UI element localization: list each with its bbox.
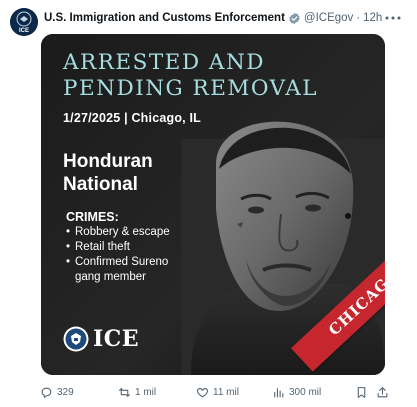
views-count: 300 mil (289, 386, 322, 398)
views-button[interactable]: 300 mil (272, 384, 321, 400)
crime-item: Robbery & escape (66, 225, 170, 240)
more-options-icon[interactable] (385, 10, 401, 24)
share-button[interactable] (376, 384, 389, 400)
verified-badge-icon[interactable] (288, 12, 301, 25)
repost-count: 1 mil (135, 386, 157, 398)
reply-icon (41, 387, 52, 398)
tweet[interactable]: ICE U.S. Immigration and Customs Enforce… (0, 0, 417, 407)
crime-item: Retail theft (66, 240, 170, 255)
like-button[interactable]: 11 mil (196, 384, 239, 400)
agency-name: ICE (93, 326, 140, 352)
headline-line-2: PENDING REMOVAL (63, 76, 319, 101)
nationality-line-1: Honduran (63, 151, 153, 172)
author-handle[interactable]: @ICEgov (304, 12, 353, 24)
crimes-title: CRIMES: (66, 210, 119, 224)
dateline: 1/27/2025 | Chicago, IL (63, 111, 202, 125)
heart-icon (196, 387, 209, 397)
bookmark-icon (357, 386, 366, 398)
reply-button[interactable]: 329 (40, 384, 74, 400)
repost-icon (119, 387, 130, 397)
crimes-list: Robbery & escape Retail theft Confirmed … (66, 225, 170, 285)
reply-count: 329 (57, 386, 74, 398)
bookmark-button[interactable] (355, 384, 368, 400)
crime-item-continued: gang member (75, 271, 146, 283)
separator-dot: · (356, 12, 361, 24)
like-count: 11 mil (213, 386, 239, 398)
crime-item: Confirmed Sureno (66, 255, 170, 270)
post-time[interactable]: 12h (363, 12, 382, 24)
post-image[interactable]: ARRESTED AND PENDING REMOVAL 1/27/2025 |… (41, 34, 385, 375)
headline: ARRESTED AND PENDING REMOVAL (63, 50, 373, 102)
repost-button[interactable]: 1 mil (118, 384, 156, 400)
views-chart-icon (274, 387, 284, 397)
svg-text:ICE: ICE (19, 28, 29, 34)
ice-logo: ICE (63, 326, 139, 352)
dhs-seal-icon (63, 326, 89, 352)
nationality-line-2: National (63, 174, 138, 195)
action-bar: 329 1 mil 11 mil 300 mil (38, 384, 388, 400)
author-display-name[interactable]: U.S. Immigration and Customs Enforcement (44, 12, 285, 24)
avatar[interactable]: ICE (10, 8, 38, 36)
headline-line-1: ARRESTED AND (63, 50, 266, 75)
nationality: Honduran National (63, 150, 153, 196)
tweet-header: U.S. Immigration and Customs Enforcement… (44, 10, 382, 26)
ice-seal-avatar-icon: ICE (10, 8, 38, 36)
share-icon (377, 386, 388, 397)
